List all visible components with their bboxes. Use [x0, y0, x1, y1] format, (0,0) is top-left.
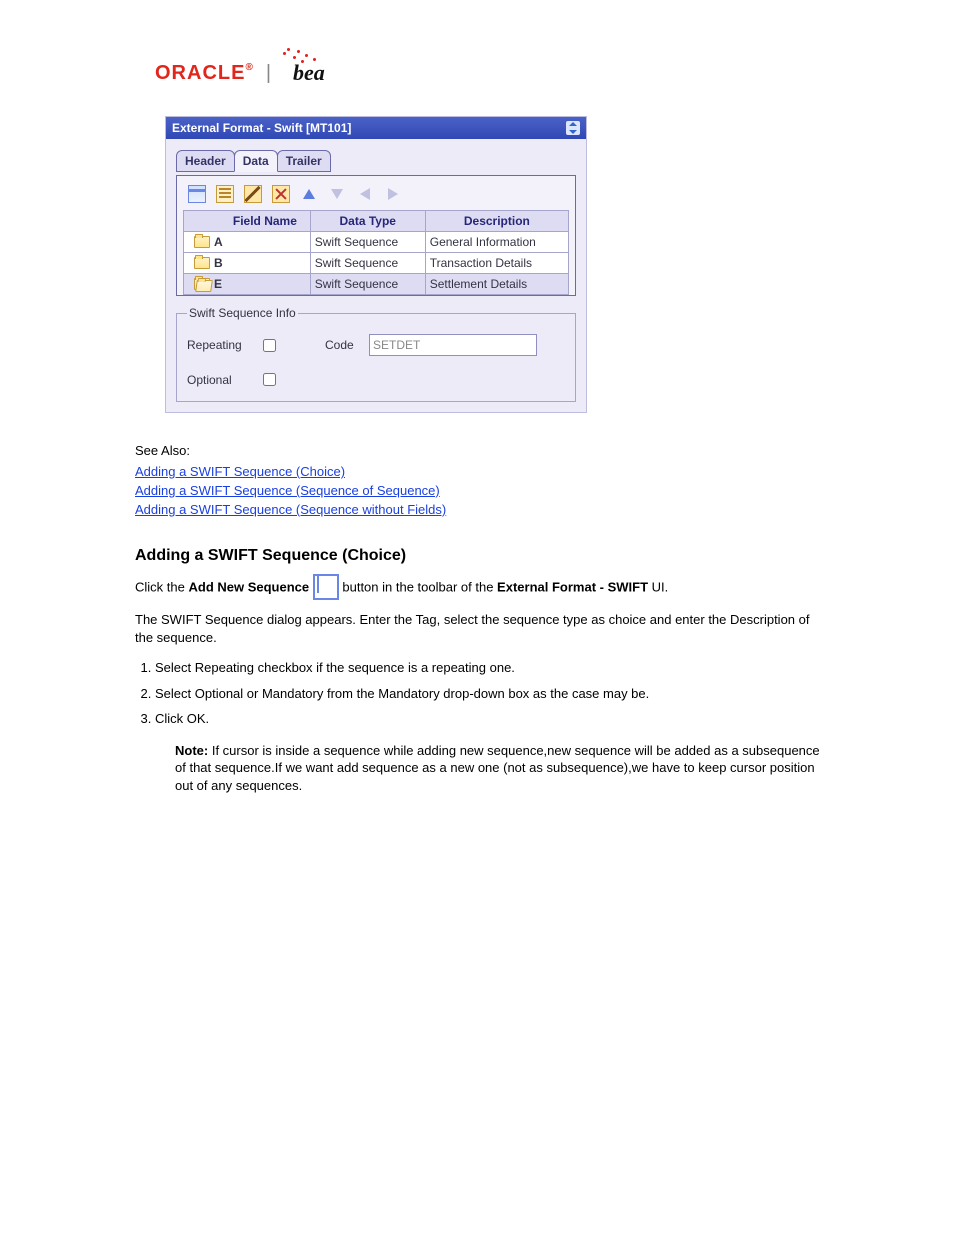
delete-button[interactable] — [271, 184, 291, 204]
add-sequence-button[interactable] — [187, 184, 207, 204]
move-up-button[interactable] — [299, 184, 319, 204]
tab-data[interactable]: Data — [234, 150, 278, 172]
bea-logo: bea — [283, 60, 325, 86]
toolbar — [183, 182, 569, 210]
field-desc: General Information — [425, 232, 568, 253]
fieldset-legend: Swift Sequence Info — [187, 306, 298, 320]
move-down-button[interactable] — [327, 184, 347, 204]
note-block: Note: If cursor is inside a sequence whi… — [175, 742, 824, 795]
arrow-left-icon — [360, 188, 370, 200]
note-text: If cursor is inside a sequence while add… — [175, 743, 820, 793]
link-seq-without-fields[interactable]: Adding a SWIFT Sequence (Sequence withou… — [135, 502, 446, 517]
folder-open-icon — [194, 278, 210, 290]
link-choice[interactable]: Adding a SWIFT Sequence (Choice) — [135, 464, 345, 479]
col-data-type: Data Type — [310, 211, 425, 232]
oracle-logo: ORACLE® — [155, 62, 254, 85]
repeating-checkbox[interactable] — [263, 339, 276, 352]
code-label: Code — [325, 338, 361, 352]
field-type: Swift Sequence — [310, 253, 425, 274]
grid-icon — [188, 185, 206, 203]
table-row[interactable]: B Swift Sequence Transaction Details — [184, 253, 569, 274]
table-row[interactable]: E Swift Sequence Settlement Details — [184, 274, 569, 295]
tab-strip: Header Data Trailer — [176, 149, 576, 171]
col-field-name: Field Name — [220, 211, 310, 232]
fields-table: Field Name Data Type Description A — [183, 210, 569, 295]
field-name: B — [214, 256, 223, 270]
section-intro: Click the Add New Sequence button in the… — [135, 575, 824, 601]
nav-back-button[interactable] — [355, 184, 375, 204]
repeating-label: Repeating — [187, 338, 251, 352]
form-icon — [216, 185, 234, 203]
step-item: Select Repeating checkbox if the sequenc… — [155, 659, 824, 677]
screenshot-panel: External Format - Swift [MT101] Header D… — [165, 116, 587, 413]
pencil-icon — [244, 185, 262, 203]
logo-separator: | — [266, 62, 271, 85]
add-sequence-inline-icon — [313, 574, 339, 600]
optional-label: Optional — [187, 373, 251, 387]
step-item: Select Optional or Mandatory from the Ma… — [155, 685, 824, 703]
section-p2: The SWIFT Sequence dialog appears. Enter… — [135, 611, 824, 646]
note-label: Note: — [175, 743, 208, 758]
field-type: Swift Sequence — [310, 274, 425, 295]
field-name: A — [214, 235, 223, 249]
see-also-label: See Also: — [135, 443, 824, 458]
nav-forward-button[interactable] — [383, 184, 403, 204]
optional-checkbox[interactable] — [263, 373, 276, 386]
sequence-info-fieldset: Swift Sequence Info Repeating Code Optio… — [176, 306, 576, 402]
field-desc: Transaction Details — [425, 253, 568, 274]
field-desc: Settlement Details — [425, 274, 568, 295]
arrow-down-icon — [331, 189, 343, 199]
folder-closed-icon — [194, 257, 210, 269]
field-name: E — [214, 277, 222, 291]
delete-icon — [272, 185, 290, 203]
folder-closed-icon — [194, 236, 210, 248]
step-item: Click OK. — [155, 710, 824, 728]
tab-header[interactable]: Header — [176, 150, 235, 172]
field-type: Swift Sequence — [310, 232, 425, 253]
steps-list: Select Repeating checkbox if the sequenc… — [155, 659, 824, 728]
table-row[interactable]: A Swift Sequence General Information — [184, 232, 569, 253]
form-view-button[interactable] — [215, 184, 235, 204]
col-description: Description — [425, 211, 568, 232]
code-input[interactable] — [369, 334, 537, 356]
logo-row: ORACLE® | bea — [155, 60, 824, 86]
window-title: External Format - Swift [MT101] — [172, 121, 351, 135]
arrow-right-icon — [388, 188, 398, 200]
window-control-icon[interactable] — [566, 121, 580, 135]
window-titlebar: External Format - Swift [MT101] — [166, 117, 586, 139]
tab-trailer[interactable]: Trailer — [277, 150, 331, 172]
section-heading: Adding a SWIFT Sequence (Choice) — [135, 547, 824, 565]
edit-button[interactable] — [243, 184, 263, 204]
link-seq-of-seq[interactable]: Adding a SWIFT Sequence (Sequence of Seq… — [135, 483, 440, 498]
arrow-up-icon — [303, 189, 315, 199]
